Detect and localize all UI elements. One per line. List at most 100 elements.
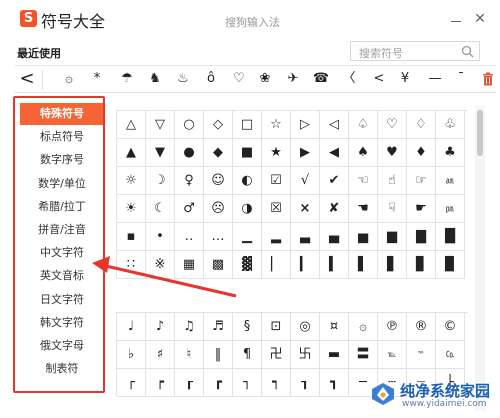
symbol-cell[interactable]: ▷ bbox=[291, 111, 320, 139]
symbol-cell[interactable]: ▍ bbox=[320, 251, 349, 279]
symbol-cell[interactable]: ♤ bbox=[349, 111, 378, 139]
symbol-cell[interactable]: ⊡ bbox=[262, 313, 291, 341]
symbol-cell[interactable]: ☑ bbox=[262, 167, 291, 195]
symbol-cell[interactable]: ‖ bbox=[204, 341, 233, 369]
symbol-cell[interactable]: ♣ bbox=[436, 139, 465, 167]
symbol-cell[interactable]: ◆ bbox=[204, 139, 233, 167]
symbol-cell[interactable]: ★ bbox=[262, 139, 291, 167]
symbol-cell[interactable]: ┎ bbox=[175, 369, 204, 397]
symbol-cell[interactable]: © bbox=[436, 313, 465, 341]
symbol-cell[interactable]: ♠ bbox=[349, 139, 378, 167]
search-icon[interactable] bbox=[461, 45, 474, 58]
symbol-cell[interactable]: ☆ bbox=[262, 111, 291, 139]
symbol-cell[interactable]: ◑ bbox=[233, 195, 262, 223]
trash-icon[interactable] bbox=[482, 72, 494, 86]
symbol-cell[interactable]: ▇ bbox=[407, 223, 436, 251]
symbol-cell[interactable]: ♀ bbox=[175, 167, 204, 195]
symbol-cell[interactable]: △ bbox=[117, 111, 146, 139]
symbol-cell[interactable]: ☺ bbox=[204, 167, 233, 195]
symbol-cell[interactable]: ▊ bbox=[407, 251, 436, 279]
symbol-cell[interactable]: ℗ bbox=[378, 313, 407, 341]
symbol-cell[interactable]: ♥ bbox=[378, 139, 407, 167]
symbol-cell[interactable]: 〓 bbox=[349, 341, 378, 369]
recent-symbol[interactable]: ☂ bbox=[116, 66, 138, 92]
symbol-cell[interactable]: ♧ bbox=[436, 111, 465, 139]
symbol-cell[interactable]: ♢ bbox=[407, 111, 436, 139]
symbol-cell[interactable]: ☟ bbox=[378, 195, 407, 223]
symbol-cell[interactable]: … bbox=[204, 223, 233, 251]
symbol-cell[interactable]: ♦ bbox=[407, 139, 436, 167]
symbol-cell[interactable]: 卍 bbox=[262, 341, 291, 369]
recent-symbol[interactable]: ✈ bbox=[282, 66, 304, 92]
symbol-cell[interactable]: ■ bbox=[233, 139, 262, 167]
search-input[interactable]: 搜索符号 bbox=[350, 41, 480, 61]
symbol-cell[interactable]: ※ bbox=[146, 251, 175, 279]
symbol-cell[interactable]: ☀ bbox=[117, 195, 146, 223]
vertical-scrollbar[interactable] bbox=[475, 106, 485, 411]
symbol-cell[interactable]: ▲ bbox=[117, 139, 146, 167]
symbol-cell[interactable]: ☒ bbox=[262, 195, 291, 223]
symbol-cell[interactable]: █ bbox=[436, 223, 465, 251]
symbol-cell[interactable]: ▁ bbox=[233, 223, 262, 251]
scroll-thumb[interactable] bbox=[477, 110, 483, 156]
recent-symbol[interactable]: < bbox=[16, 66, 38, 92]
symbol-cell[interactable]: ✘ bbox=[320, 195, 349, 223]
symbol-cell[interactable]: 卐 bbox=[291, 341, 320, 369]
symbol-cell[interactable]: ㏇ bbox=[436, 341, 465, 369]
symbol-cell[interactable]: ☛ bbox=[407, 195, 436, 223]
symbol-cell[interactable]: ┌ bbox=[117, 369, 146, 397]
recent-symbol[interactable]: < bbox=[368, 66, 390, 92]
symbol-cell[interactable]: ☝ bbox=[378, 167, 407, 195]
symbol-cell[interactable]: ☚ bbox=[349, 195, 378, 223]
symbol-cell[interactable]: ┒ bbox=[291, 369, 320, 397]
recent-symbol[interactable]: ♡ bbox=[228, 66, 250, 92]
symbol-cell[interactable]: ✔ bbox=[320, 167, 349, 195]
symbol-cell[interactable]: ● bbox=[175, 139, 204, 167]
symbol-cell[interactable]: ┓ bbox=[320, 369, 349, 397]
recent-symbol[interactable]: ¯ bbox=[450, 66, 472, 92]
symbol-cell[interactable]: ♪ bbox=[146, 313, 175, 341]
symbol-cell[interactable]: ☼ bbox=[117, 167, 146, 195]
symbol-cell[interactable]: ∷ bbox=[117, 251, 146, 279]
symbol-cell[interactable]: ☜ bbox=[349, 167, 378, 195]
symbol-cell[interactable]: ▩ bbox=[204, 251, 233, 279]
symbol-cell[interactable]: ♩ bbox=[117, 313, 146, 341]
symbol-cell[interactable]: ♫ bbox=[175, 313, 204, 341]
symbol-cell[interactable]: ▄ bbox=[320, 223, 349, 251]
symbol-cell[interactable]: ♂ bbox=[175, 195, 204, 223]
symbol-cell[interactable]: ♬ bbox=[204, 313, 233, 341]
symbol-cell[interactable]: ℡ bbox=[378, 341, 407, 369]
symbol-cell[interactable]: • bbox=[146, 223, 175, 251]
recent-symbol[interactable]: * bbox=[86, 66, 108, 92]
symbol-cell[interactable]: ▃ bbox=[291, 223, 320, 251]
symbol-cell[interactable]: § bbox=[233, 313, 262, 341]
symbol-cell[interactable]: ㏘ bbox=[436, 195, 465, 223]
symbol-cell[interactable]: ◀ bbox=[320, 139, 349, 167]
recent-symbol[interactable]: ☎ bbox=[310, 66, 332, 92]
recent-symbol[interactable]: — bbox=[424, 66, 446, 92]
symbol-cell[interactable]: ‥ bbox=[175, 223, 204, 251]
symbol-cell[interactable]: ▏ bbox=[262, 251, 291, 279]
symbol-cell[interactable]: ▆ bbox=[378, 223, 407, 251]
close-button[interactable]: ✕ bbox=[473, 12, 487, 26]
symbol-cell[interactable]: ▼ bbox=[146, 139, 175, 167]
symbol-cell[interactable]: ┐ bbox=[233, 369, 262, 397]
symbol-cell[interactable]: □ bbox=[233, 111, 262, 139]
recent-symbol[interactable]: ۞ bbox=[58, 66, 80, 92]
symbol-cell[interactable]: ◐ bbox=[233, 167, 262, 195]
symbol-cell[interactable]: ☹ bbox=[204, 195, 233, 223]
minimize-button[interactable] bbox=[449, 12, 463, 26]
symbol-cell[interactable]: ▓ bbox=[233, 251, 262, 279]
symbol-cell[interactable]: ™ bbox=[407, 341, 436, 369]
symbol-cell[interactable]: ۞ bbox=[349, 313, 378, 341]
symbol-cell[interactable]: ☽ bbox=[146, 167, 175, 195]
recent-symbol[interactable]: ♨ bbox=[172, 66, 194, 92]
symbol-cell[interactable]: ® bbox=[407, 313, 436, 341]
symbol-cell[interactable]: ☞ bbox=[407, 167, 436, 195]
symbol-cell[interactable]: ▦ bbox=[175, 251, 204, 279]
symbol-cell[interactable]: ┍ bbox=[146, 369, 175, 397]
symbol-cell[interactable]: ▪ bbox=[117, 223, 146, 251]
symbol-cell[interactable]: ▌ bbox=[349, 251, 378, 279]
symbol-cell[interactable]: ▶ bbox=[291, 139, 320, 167]
symbol-cell[interactable]: ┑ bbox=[262, 369, 291, 397]
